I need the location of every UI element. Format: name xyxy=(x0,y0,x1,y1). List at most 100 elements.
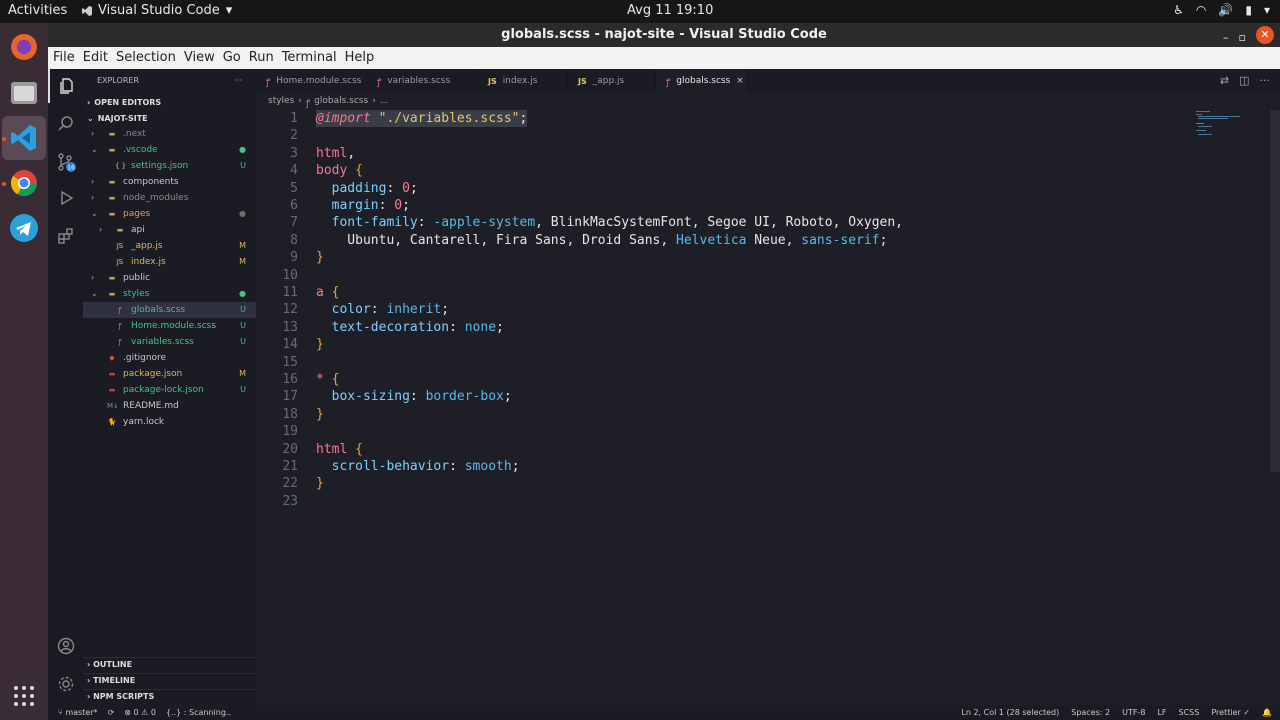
menu-help[interactable]: Help xyxy=(340,47,375,69)
explorer-icon[interactable] xyxy=(48,69,83,103)
battery-icon[interactable]: ▮ xyxy=(1245,3,1252,17)
breadcrumb-folder[interactable]: styles xyxy=(268,96,294,109)
tab-home-module-scss[interactable]: ꝭ Home.module.scss xyxy=(256,69,367,93)
telegram-icon[interactable] xyxy=(8,212,40,244)
cursor-position[interactable]: Ln 2, Col 1 (28 selected) xyxy=(961,708,1059,717)
code-line[interactable]: 2 xyxy=(256,127,1196,144)
split-editor-icon[interactable]: ◫ xyxy=(1239,74,1249,87)
extensions-icon[interactable] xyxy=(48,219,83,253)
code-line[interactable]: 19 xyxy=(256,423,1196,440)
tab-globals-scss[interactable]: ꝭ globals.scss × xyxy=(656,69,749,93)
tree-item[interactable]: › ▬ components xyxy=(83,174,256,190)
code-line[interactable]: 11 a { xyxy=(256,284,1196,301)
close-window-icon[interactable]: ✕ xyxy=(1256,26,1274,44)
notifications-icon[interactable]: 🔔 xyxy=(1262,708,1272,717)
close-tab-icon[interactable]: × xyxy=(736,76,744,86)
eol-status[interactable]: LF xyxy=(1157,708,1166,717)
code-line[interactable]: 1 @import "./variables.scss"; xyxy=(256,110,1196,128)
run-debug-icon[interactable] xyxy=(48,181,83,215)
tree-item[interactable]: M↓ README.md xyxy=(83,398,256,414)
tree-item[interactable]: ꝭ Home.module.scss U xyxy=(83,318,256,334)
volume-icon[interactable]: 🔊 xyxy=(1218,3,1233,17)
tree-item[interactable]: ▬ package.json M xyxy=(83,366,256,382)
app-menu[interactable]: Visual Studio Code ▾ xyxy=(82,3,232,18)
power-menu-icon[interactable]: ▾ xyxy=(1264,3,1270,17)
tree-item[interactable]: › ▬ node_modules xyxy=(83,190,256,206)
branch-status[interactable]: ⑂ master* xyxy=(58,708,98,717)
encoding-status[interactable]: UTF-8 xyxy=(1122,708,1145,717)
show-apps-icon[interactable] xyxy=(8,680,40,712)
code-line[interactable]: 15 xyxy=(256,354,1196,371)
tree-item[interactable]: ⌄ ▬ pages ● xyxy=(83,206,256,222)
network-icon[interactable]: ◠ xyxy=(1196,3,1206,17)
activities-button[interactable]: Activities xyxy=(8,3,67,18)
tab-app-js[interactable]: JS _app.js xyxy=(568,69,656,93)
code-line[interactable]: 17 box-sizing: border-box; xyxy=(256,388,1196,405)
vscode-dock-icon[interactable] xyxy=(8,122,40,154)
accessibility-icon[interactable]: ♿ xyxy=(1173,3,1184,17)
tree-item[interactable]: ⌄ ▬ .vscode ● xyxy=(83,142,256,158)
code-line[interactable]: 8 Ubuntu, Cantarell, Fira Sans, Droid Sa… xyxy=(256,232,1196,249)
tree-item[interactable]: ▬ package-lock.json U xyxy=(83,382,256,398)
problems-status[interactable]: ⊗ 0 ⚠ 0 xyxy=(124,708,156,717)
clock[interactable]: Avg 11 19:10 xyxy=(627,3,713,18)
window-titlebar[interactable]: globals.scss - najot-site - Visual Studi… xyxy=(48,23,1280,47)
breadcrumb-more[interactable]: ... xyxy=(380,96,389,109)
tree-item[interactable]: 🐈 yarn.lock xyxy=(83,414,256,430)
tree-item[interactable]: › ▬ .next xyxy=(83,126,256,142)
sync-icon[interactable]: ⟳ xyxy=(108,708,115,717)
code-line[interactable]: 9} xyxy=(256,249,1196,266)
menu-go[interactable]: Go xyxy=(218,47,241,69)
outline-section[interactable]: › OUTLINE xyxy=(83,657,256,673)
project-section[interactable]: ⌄ NAJOT-SITE xyxy=(83,110,256,126)
menu-run[interactable]: Run xyxy=(244,47,274,69)
tree-item[interactable]: JS _app.js M xyxy=(83,238,256,254)
settings-gear-icon[interactable] xyxy=(48,667,83,701)
minimap[interactable] xyxy=(1196,110,1270,140)
language-mode[interactable]: SCSS xyxy=(1179,708,1200,717)
code-line[interactable]: 21 scroll-behavior: smooth; xyxy=(256,458,1196,475)
code-line[interactable]: 10 xyxy=(256,267,1196,284)
code-line[interactable]: 14} xyxy=(256,336,1196,353)
code-line[interactable]: 6 margin: 0; xyxy=(256,197,1196,214)
code-line[interactable]: 7 font-family: -apple-system, BlinkMacSy… xyxy=(256,214,1196,231)
tree-item[interactable]: JS index.js M xyxy=(83,254,256,270)
menu-terminal[interactable]: Terminal xyxy=(277,47,337,69)
prettier-status[interactable]: Prettier ✓ xyxy=(1211,708,1250,717)
scanning-status[interactable]: {..} : Scanning.. xyxy=(166,708,231,717)
menu-edit[interactable]: Edit xyxy=(78,47,108,69)
tab-variables-scss[interactable]: ꝭ variables.scss xyxy=(367,69,478,93)
code-line[interactable]: 22} xyxy=(256,475,1196,492)
tree-item[interactable]: { } settings.json U xyxy=(83,158,256,174)
open-editors-section[interactable]: › OPEN EDITORS xyxy=(83,94,256,110)
system-tray[interactable]: ♿ ◠ 🔊 ▮ ▾ xyxy=(1173,3,1270,17)
code-line[interactable]: 23 xyxy=(256,493,1196,510)
more-actions-icon[interactable]: ··· xyxy=(1260,74,1271,87)
tree-item[interactable]: ꝭ globals.scss U xyxy=(83,302,256,318)
timeline-section[interactable]: › TIMELINE xyxy=(83,673,256,689)
code-editor[interactable]: 1 @import "./variables.scss"; 2 3 html, 4 body… xyxy=(256,110,1280,705)
compare-changes-icon[interactable]: ⇄ xyxy=(1220,74,1229,87)
indentation-status[interactable]: Spaces: 2 xyxy=(1071,708,1110,717)
code-line[interactable]: 18} xyxy=(256,406,1196,423)
account-icon[interactable] xyxy=(48,629,83,663)
tree-item[interactable]: ◆ .gitignore xyxy=(83,350,256,366)
menu-file[interactable]: File xyxy=(48,47,75,69)
files-icon[interactable] xyxy=(8,76,40,108)
firefox-icon[interactable] xyxy=(8,31,40,63)
breadcrumb-file[interactable]: globals.scss xyxy=(314,96,368,109)
code-line[interactable]: 4 body { xyxy=(256,162,1196,179)
code-line[interactable]: 16 * { xyxy=(256,371,1196,388)
source-control-icon[interactable]: 16 xyxy=(48,145,83,179)
tree-item[interactable]: › ▬ api xyxy=(83,222,256,238)
tab-index-js[interactable]: JS index.js xyxy=(478,69,568,93)
code-line[interactable]: 5 padding: 0; xyxy=(256,180,1196,197)
editor-scrollbar[interactable] xyxy=(1270,110,1280,472)
code-line[interactable]: 3 html, xyxy=(256,145,1196,162)
npm-scripts-section[interactable]: › NPM SCRIPTS xyxy=(83,689,256,705)
tree-item[interactable]: ꝭ variables.scss U xyxy=(83,334,256,350)
menu-selection[interactable]: Selection xyxy=(111,47,176,69)
more-actions-icon[interactable]: ··· xyxy=(234,76,242,86)
code-line[interactable]: 12 color: inherit; xyxy=(256,301,1196,318)
menu-view[interactable]: View xyxy=(179,47,215,69)
